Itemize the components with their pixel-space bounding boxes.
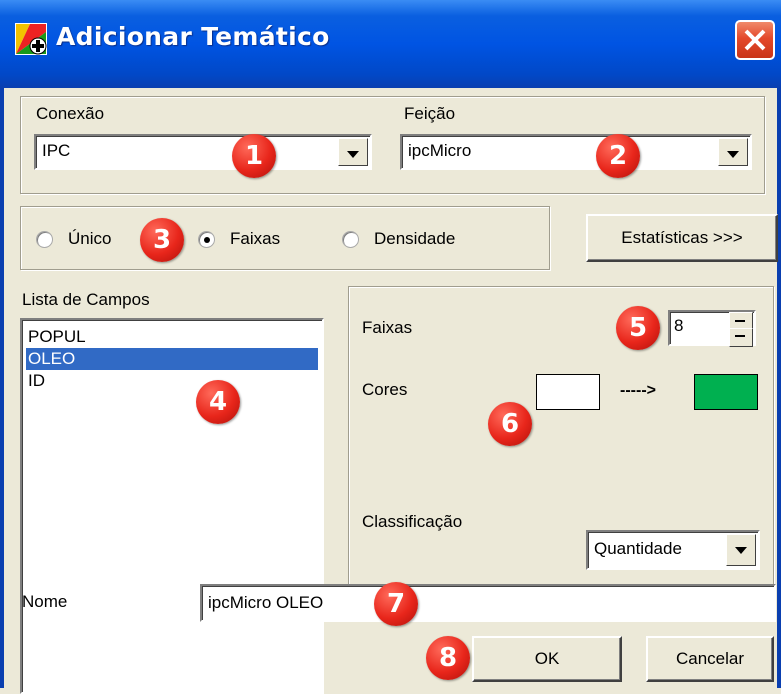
faixas-value: 8 xyxy=(674,316,684,335)
window-title: Adicionar Temático xyxy=(56,22,330,51)
callout-badge-5: 5 xyxy=(616,306,660,350)
callout-badge-4: 4 xyxy=(196,380,240,424)
nome-value: ipcMicro OLEO xyxy=(208,593,324,612)
radio-unico-label: Único xyxy=(68,229,112,248)
color-end-swatch[interactable] xyxy=(694,374,758,410)
list-item-popul[interactable]: POPUL xyxy=(26,326,318,348)
close-icon xyxy=(744,29,766,51)
window-frame-right xyxy=(777,88,781,688)
list-item-id[interactable]: ID xyxy=(26,370,318,392)
radio-unico[interactable] xyxy=(36,231,53,248)
radio-faixas-label: Faixas xyxy=(230,229,281,248)
nome-input[interactable]: ipcMicro OLEO xyxy=(200,584,776,622)
radio-densidade[interactable] xyxy=(342,231,359,248)
faixas-label: Faixas xyxy=(362,318,413,337)
app-icon xyxy=(14,22,48,56)
classificacao-dropdown-icon[interactable] xyxy=(726,534,756,566)
classificacao-combo[interactable]: Quantidade xyxy=(586,530,760,570)
color-start-swatch[interactable] xyxy=(536,374,600,410)
callout-badge-7: 7 xyxy=(374,582,418,626)
classificacao-label: Classificação xyxy=(362,512,463,531)
callout-badge-3: 3 xyxy=(140,218,184,262)
conexao-label: Conexão xyxy=(36,104,105,123)
faixas-spinner[interactable]: 8 xyxy=(668,310,756,347)
feicao-value: ipcMicro xyxy=(408,141,472,160)
radio-densidade-label: Densidade xyxy=(374,229,456,248)
estatisticas-button[interactable]: Estatísticas >>> xyxy=(586,214,778,262)
radio-faixas[interactable] xyxy=(198,231,215,248)
spin-down-icon[interactable] xyxy=(729,328,753,347)
fields-label: Lista de Campos xyxy=(22,290,150,309)
nome-label: Nome xyxy=(22,592,68,611)
feicao-combo[interactable]: ipcMicro xyxy=(400,134,752,170)
callout-badge-6: 6 xyxy=(488,402,532,446)
close-button[interactable] xyxy=(735,20,775,60)
conexao-value: IPC xyxy=(42,141,71,160)
callout-badge-2: 2 xyxy=(596,134,640,178)
window-frame-left xyxy=(0,88,4,688)
conexao-combo[interactable]: IPC xyxy=(34,134,372,170)
feicao-dropdown-icon[interactable] xyxy=(718,138,748,166)
color-arrow: -----> xyxy=(620,382,656,399)
cores-label: Cores xyxy=(362,380,408,399)
cancel-button[interactable]: Cancelar xyxy=(646,636,774,682)
callout-badge-1: 1 xyxy=(232,134,276,178)
feicao-label: Feição xyxy=(404,104,456,123)
fields-listbox[interactable]: POPUL OLEO ID xyxy=(20,318,324,694)
conexao-dropdown-icon[interactable] xyxy=(338,138,368,166)
list-item-oleo[interactable]: OLEO xyxy=(26,348,318,370)
callout-badge-8: 8 xyxy=(426,636,470,680)
classificacao-value: Quantidade xyxy=(594,539,682,558)
ok-button[interactable]: OK xyxy=(472,636,622,682)
